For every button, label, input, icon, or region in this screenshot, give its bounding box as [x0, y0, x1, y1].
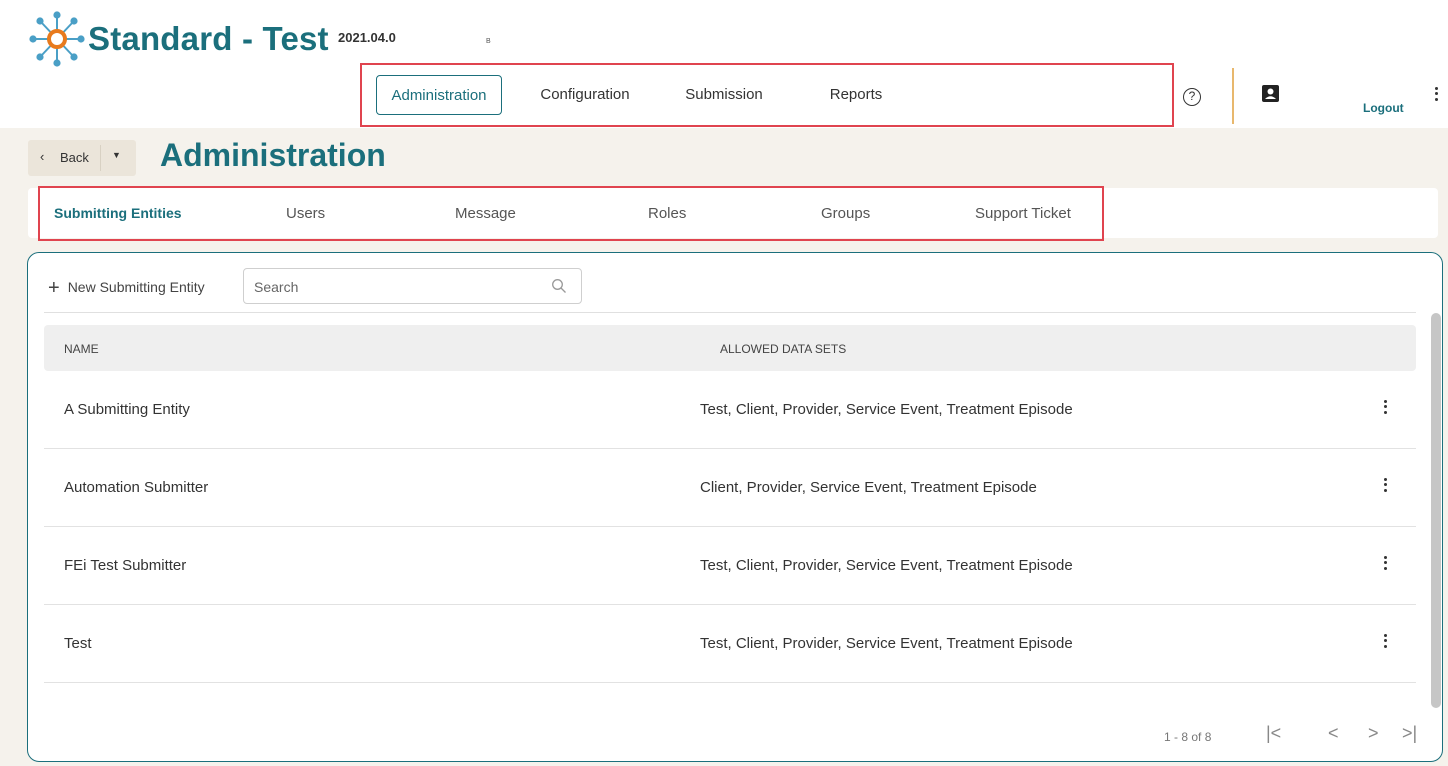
table-row[interactable]: FEi Test Submitter Test, Client, Provide… — [44, 527, 1416, 605]
nav-submission[interactable]: Submission — [674, 75, 774, 115]
main-nav: Administration Configuration Submission … — [360, 63, 1174, 127]
first-page-icon[interactable]: |< — [1266, 723, 1281, 744]
logo-icon — [29, 11, 85, 67]
header-divider — [1232, 68, 1234, 124]
allowed-data-sets: Test, Client, Provider, Service Event, T… — [700, 557, 1073, 574]
table-row[interactable]: A Submitting Entity Test, Client, Provid… — [44, 371, 1416, 449]
search-icon[interactable] — [551, 278, 567, 294]
app-version: 2021.04.0 — [338, 30, 396, 45]
back-button[interactable]: ‹ Back ▼ — [28, 140, 136, 176]
row-menu-icon[interactable] — [1380, 553, 1390, 577]
allowed-data-sets: Test, Client, Provider, Service Event, T… — [700, 401, 1073, 418]
nav-configuration[interactable]: Configuration — [528, 75, 642, 115]
account-box-icon[interactable] — [1262, 85, 1279, 102]
scrollbar[interactable] — [1431, 313, 1441, 708]
next-page-icon[interactable]: > — [1368, 723, 1379, 744]
search-input[interactable] — [254, 277, 534, 297]
table-row[interactable]: Test Test, Client, Provider, Service Eve… — [44, 605, 1416, 683]
back-label: Back — [60, 150, 89, 165]
app-title: Standard - Test — [88, 20, 329, 57]
chevron-left-icon: ‹ — [40, 149, 45, 164]
entities-card: + New Submitting Entity NAME ALLOWED DATA… — [27, 252, 1443, 762]
nav-administration[interactable]: Administration — [376, 75, 502, 115]
page-title: Administration — [160, 137, 386, 173]
row-menu-icon[interactable] — [1380, 475, 1390, 499]
pagination-range: 1 - 8 of 8 — [1164, 730, 1212, 744]
logout-link[interactable]: Logout — [1363, 101, 1404, 115]
table-header: NAME ALLOWED DATA SETS — [44, 325, 1416, 371]
version-mark: B — [486, 38, 491, 45]
new-entity-label: New Submitting Entity — [67, 279, 205, 295]
allowed-data-sets: Test, Client, Provider, Service Event, T… — [700, 635, 1073, 652]
table-row[interactable]: Automation Submitter Client, Provider, S… — [44, 449, 1416, 527]
last-page-icon[interactable]: >| — [1402, 723, 1417, 744]
plus-icon: + — [48, 277, 60, 299]
top-bar: Standard - Test 2021.04.0 B Administrati… — [0, 0, 1448, 128]
entity-name: FEi Test Submitter — [64, 557, 187, 574]
toolbar-divider — [44, 312, 1416, 313]
help-icon[interactable]: ? — [1183, 88, 1201, 106]
entity-name: A Submitting Entity — [64, 401, 190, 418]
more-options-icon[interactable] — [1432, 84, 1440, 103]
entity-name: Automation Submitter — [64, 479, 209, 496]
sub-tab-highlight — [38, 186, 1104, 241]
nav-reports[interactable]: Reports — [814, 75, 898, 115]
row-menu-icon[interactable] — [1380, 397, 1390, 421]
allowed-data-sets: Client, Provider, Service Event, Treatme… — [700, 479, 1037, 496]
back-separator — [100, 145, 101, 171]
column-header-name[interactable]: NAME — [64, 342, 99, 356]
row-menu-icon[interactable] — [1380, 631, 1390, 655]
search-field[interactable] — [243, 268, 582, 304]
chevron-down-icon[interactable]: ▼ — [112, 150, 121, 160]
previous-page-icon[interactable]: < — [1328, 723, 1339, 744]
entity-name: Test — [64, 635, 92, 652]
column-header-allowed-data-sets[interactable]: ALLOWED DATA SETS — [720, 342, 846, 356]
new-submitting-entity-button[interactable]: + New Submitting Entity — [48, 277, 205, 300]
